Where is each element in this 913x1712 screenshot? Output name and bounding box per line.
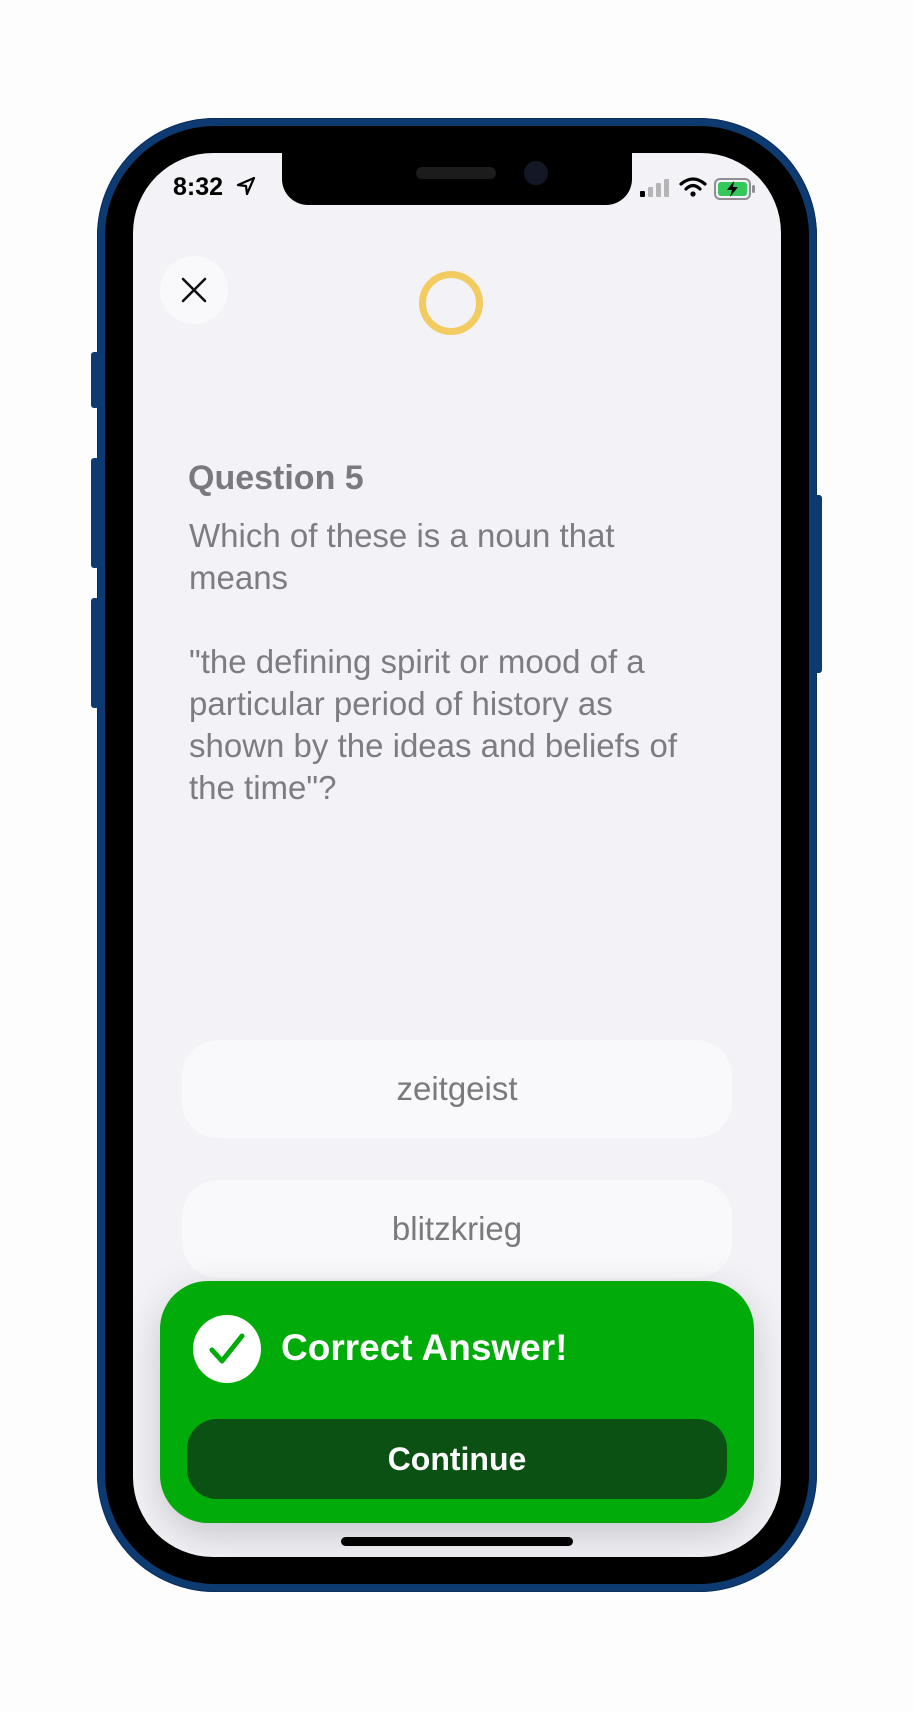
close-button[interactable] xyxy=(160,256,228,324)
question-text: Which of these is a noun that means "the… xyxy=(189,517,677,806)
volume-down-button xyxy=(91,598,99,708)
battery-charging-icon xyxy=(714,178,755,200)
status-time: 8:32 xyxy=(173,173,224,201)
timer-ring-icon xyxy=(419,271,483,335)
volume-up-button xyxy=(91,458,99,568)
app-screen: 8:32 Question 5 Which of these is a noun… xyxy=(133,153,781,1557)
feedback-title: Correct Answer! xyxy=(281,1327,568,1368)
speaker-grille xyxy=(416,167,496,179)
answer-option-zeitgeist[interactable]: zeitgeist xyxy=(182,1040,732,1138)
wifi-icon xyxy=(679,177,707,197)
close-icon xyxy=(181,277,207,303)
answer-option-blitzkrieg[interactable]: blitzkrieg xyxy=(182,1180,732,1278)
silent-switch xyxy=(91,352,99,408)
correct-answer-panel: Correct Answer! Continue xyxy=(160,1281,754,1523)
checkmark-icon xyxy=(209,1333,245,1364)
front-camera xyxy=(524,161,548,185)
notch xyxy=(282,153,632,205)
checkmark-badge xyxy=(193,1315,261,1383)
home-indicator[interactable] xyxy=(341,1537,573,1546)
location-arrow-icon xyxy=(236,176,256,196)
continue-button[interactable]: Continue xyxy=(187,1419,727,1499)
power-button xyxy=(814,495,822,673)
cellular-signal-icon xyxy=(640,179,669,197)
device-mockup: 8:32 Question 5 Which of these is a noun… xyxy=(0,0,913,1712)
question-title: Question 5 xyxy=(188,459,364,497)
